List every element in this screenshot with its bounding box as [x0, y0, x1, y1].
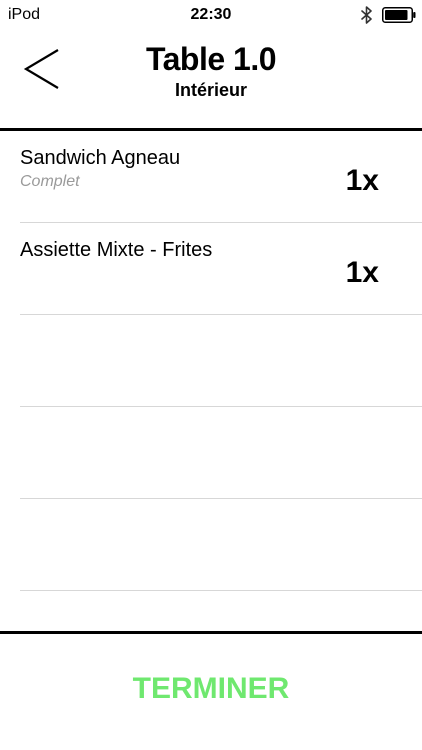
- order-item-row[interactable]: Assiette Mixte - Frites 1x: [0, 223, 422, 315]
- empty-row: [0, 499, 422, 591]
- row-separator: [20, 590, 422, 591]
- order-list: Sandwich Agneau Complet 1x Assiette Mixt…: [0, 131, 422, 632]
- empty-row: [0, 315, 422, 407]
- item-name: Assiette Mixte - Frites: [20, 239, 213, 261]
- item-name: Sandwich Agneau: [20, 147, 181, 169]
- page-subtitle: Intérieur: [174, 80, 248, 100]
- footer: TERMINER: [0, 634, 422, 750]
- empty-row: [0, 407, 422, 499]
- status-bar: iPod 22:30: [0, 0, 422, 30]
- finish-button[interactable]: TERMINER: [0, 672, 422, 706]
- order-item-row[interactable]: Sandwich Agneau Complet 1x: [0, 131, 422, 223]
- item-quantity: 1x: [345, 164, 379, 197]
- page-title: Table 1.0: [145, 41, 277, 77]
- navigation-bar: Table 1.0 Intérieur: [0, 30, 422, 128]
- item-note: Complet: [20, 173, 80, 190]
- bluetooth-icon: [361, 6, 372, 24]
- battery-icon: [382, 7, 416, 23]
- item-quantity: 1x: [345, 256, 379, 289]
- status-time: 22:30: [190, 6, 232, 23]
